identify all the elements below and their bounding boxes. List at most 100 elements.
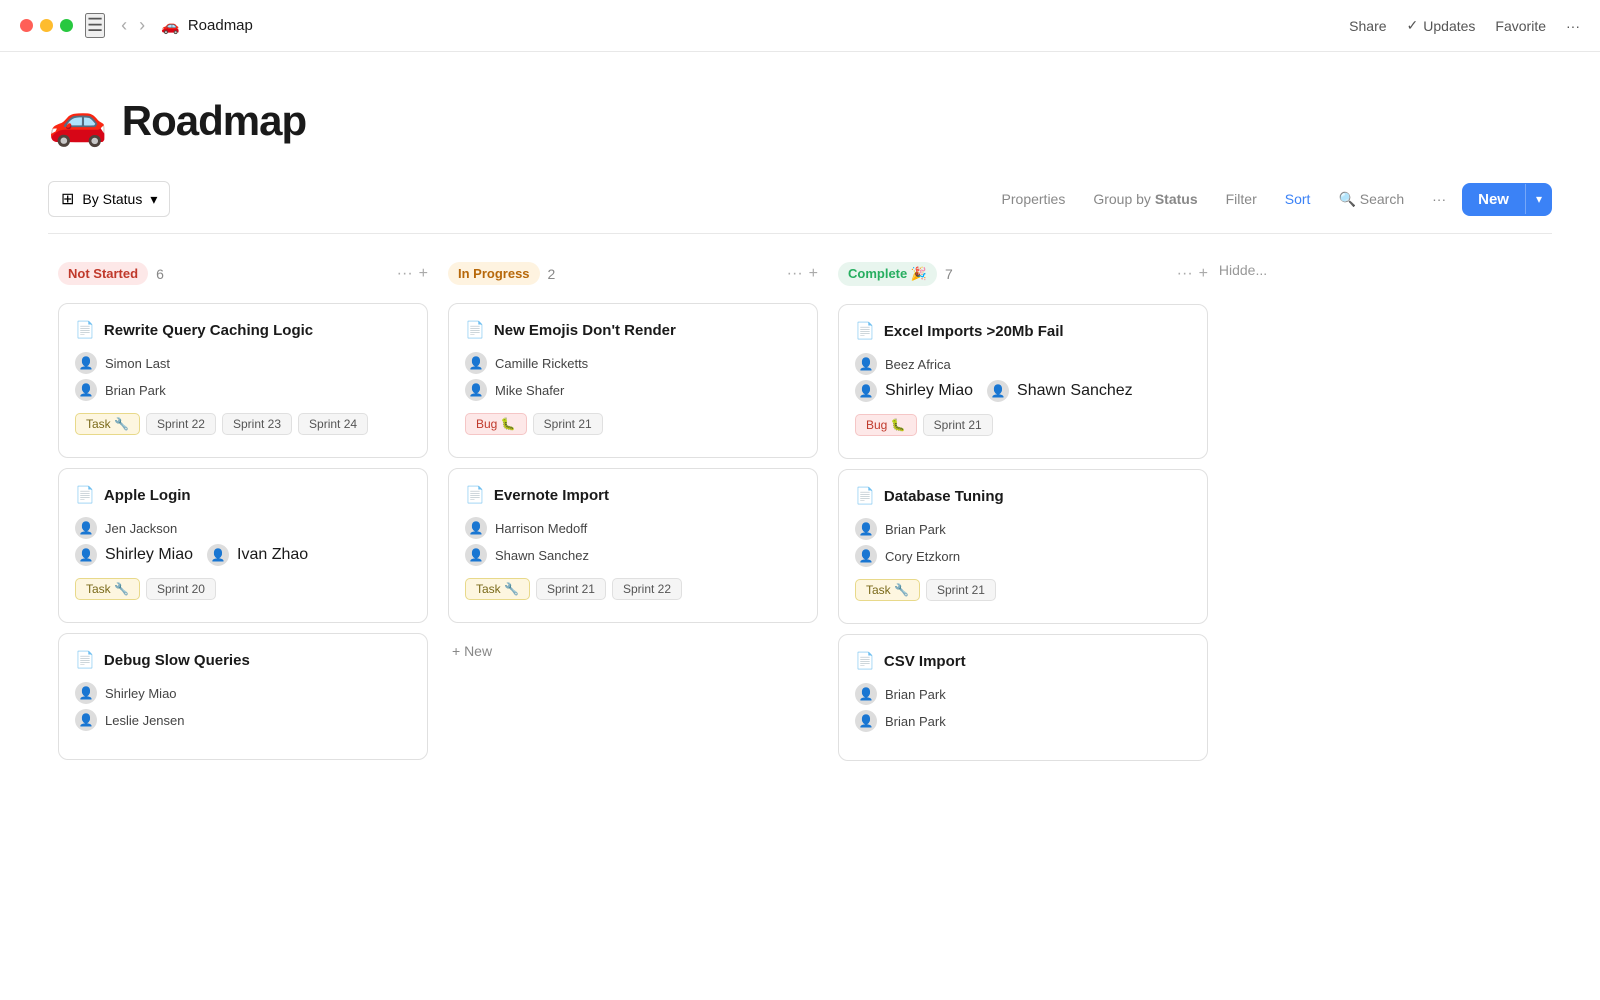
- assignee-name: Shirley Miao: [105, 686, 177, 701]
- card-title: 📄 Excel Imports >20Mb Fail: [855, 321, 1191, 341]
- column-hidden: Hidde...: [1218, 258, 1268, 771]
- column-more-not-started[interactable]: ···: [397, 265, 413, 283]
- new-button[interactable]: New: [1462, 183, 1525, 216]
- page-title-text: Roadmap: [188, 17, 253, 34]
- avatar: 👤: [987, 380, 1009, 402]
- card-title-text: Debug Slow Queries: [104, 652, 250, 669]
- card-tags: Bug 🐛 Sprint 21: [855, 414, 1191, 436]
- tag-sprint: Sprint 21: [923, 414, 993, 436]
- titlebar: ☰ ‹ › 🚗 Roadmap Share ✓ Updates Favorite…: [0, 0, 1600, 52]
- card-assignees: 👤 Camille Ricketts 👤 Mike Shafer: [465, 352, 801, 401]
- share-button[interactable]: Share: [1349, 18, 1386, 34]
- titlebar-left: ☰ ‹ › 🚗 Roadmap: [20, 13, 253, 38]
- favorite-button[interactable]: Favorite: [1495, 18, 1546, 34]
- maximize-button[interactable]: [60, 19, 73, 32]
- assignee-name: Brian Park: [885, 687, 946, 702]
- card-apple-login[interactable]: 📄 Apple Login 👤 Jen Jackson 👤 Shirley Mi…: [58, 468, 428, 623]
- filter-button[interactable]: Filter: [1214, 184, 1269, 214]
- tag-sprint: Sprint 21: [536, 578, 606, 600]
- card-tags: Bug 🐛 Sprint 21: [465, 413, 801, 435]
- doc-icon: 📄: [465, 485, 485, 505]
- card-title-text: New Emojis Don't Render: [494, 322, 676, 339]
- more-options-button[interactable]: ···: [1566, 18, 1580, 34]
- assignee-name: Jen Jackson: [105, 521, 177, 536]
- forward-button[interactable]: ›: [135, 15, 149, 36]
- card-title: 📄 Rewrite Query Caching Logic: [75, 320, 411, 340]
- card-tags: Task 🔧 Sprint 22 Sprint 23 Sprint 24: [75, 413, 411, 435]
- group-by-button[interactable]: Group by Status: [1081, 184, 1209, 214]
- avatar: 👤: [75, 682, 97, 704]
- column-count-in-progress: 2: [548, 266, 556, 282]
- column-add-in-progress[interactable]: +: [809, 265, 818, 283]
- properties-button[interactable]: Properties: [990, 184, 1078, 214]
- avatar: 👤: [75, 352, 97, 374]
- column-more-in-progress[interactable]: ···: [787, 265, 803, 283]
- assignee: 👤 Beez Africa: [855, 353, 1191, 375]
- assignee-name: Harrison Medoff: [495, 521, 587, 536]
- avatar: 👤: [75, 379, 97, 401]
- assignee-name: Camille Ricketts: [495, 356, 588, 371]
- add-new-in-progress-button[interactable]: + New: [448, 633, 818, 669]
- titlebar-right: Share ✓ Updates Favorite ···: [1349, 17, 1580, 34]
- doc-icon: 📄: [75, 650, 95, 670]
- assignee: 👤 Cory Etzkorn: [855, 545, 1191, 567]
- nav-arrows: ‹ ›: [117, 15, 149, 36]
- updates-section: ✓ Updates: [1407, 17, 1476, 34]
- card-rewrite-query[interactable]: 📄 Rewrite Query Caching Logic 👤 Simon La…: [58, 303, 428, 458]
- sidebar-toggle[interactable]: ☰: [85, 13, 105, 38]
- card-csv-import[interactable]: 📄 CSV Import 👤 Brian Park 👤 Brian Park: [838, 634, 1208, 761]
- assignee-name: Brian Park: [885, 522, 946, 537]
- card-evernote-import[interactable]: 📄 Evernote Import 👤 Harrison Medoff 👤 Sh…: [448, 468, 818, 623]
- sort-button[interactable]: Sort: [1273, 184, 1323, 214]
- tag-task: Task 🔧: [465, 578, 530, 600]
- avatar: 👤: [465, 352, 487, 374]
- updates-button[interactable]: Updates: [1423, 18, 1475, 34]
- column-count-not-started: 6: [156, 266, 164, 282]
- column-add-not-started[interactable]: +: [419, 265, 428, 283]
- tag-task: Task 🔧: [855, 579, 920, 601]
- column-in-progress: In Progress 2 ··· + 📄 New Emojis Don't R…: [438, 258, 828, 771]
- toolbar-more-button[interactable]: ···: [1420, 184, 1458, 214]
- assignee: 👤 Shirley Miao: [75, 682, 411, 704]
- toolbar: ⊞ By Status ▾ Properties Group by Status…: [48, 181, 1552, 234]
- doc-icon: 📄: [465, 320, 485, 340]
- column-actions-complete: ··· +: [1177, 265, 1208, 283]
- card-assignees: 👤 Harrison Medoff 👤 Shawn Sanchez: [465, 517, 801, 566]
- avatar: 👤: [75, 517, 97, 539]
- column-header-in-progress: In Progress 2 ··· +: [448, 258, 818, 289]
- tag-sprint: Sprint 20: [146, 578, 216, 600]
- assignee-name: Mike Shafer: [495, 383, 564, 398]
- card-excel-imports[interactable]: 📄 Excel Imports >20Mb Fail 👤 Beez Africa…: [838, 304, 1208, 459]
- assignee: 👤 Brian Park: [855, 518, 1191, 540]
- new-button-group: New ▾: [1462, 183, 1552, 216]
- card-title-text: Evernote Import: [494, 487, 609, 504]
- page-header: 🚗 Roadmap: [48, 92, 1552, 149]
- card-title: 📄 Debug Slow Queries: [75, 650, 411, 670]
- toolbar-right: Properties Group by Status Filter Sort 🔍…: [990, 183, 1552, 216]
- card-debug-slow-queries[interactable]: 📄 Debug Slow Queries 👤 Shirley Miao 👤 Le…: [58, 633, 428, 760]
- column-more-complete[interactable]: ···: [1177, 265, 1193, 283]
- by-status-button[interactable]: ⊞ By Status ▾: [48, 181, 170, 217]
- back-button[interactable]: ‹: [117, 15, 131, 36]
- close-button[interactable]: [20, 19, 33, 32]
- avatar: 👤: [855, 545, 877, 567]
- card-new-emojis[interactable]: 📄 New Emojis Don't Render 👤 Camille Rick…: [448, 303, 818, 458]
- avatar: 👤: [465, 517, 487, 539]
- card-database-tuning[interactable]: 📄 Database Tuning 👤 Brian Park 👤 Cory Et…: [838, 469, 1208, 624]
- card-title-text: Excel Imports >20Mb Fail: [884, 323, 1064, 340]
- grid-icon: ⊞: [61, 189, 74, 209]
- card-tags: Task 🔧 Sprint 20: [75, 578, 411, 600]
- assignee-name: Beez Africa: [885, 357, 951, 372]
- assignee-name: Shirley Miao: [105, 546, 193, 564]
- avatar: 👤: [465, 379, 487, 401]
- column-add-complete[interactable]: +: [1199, 265, 1208, 283]
- search-button[interactable]: 🔍 Search: [1326, 184, 1416, 215]
- tag-sprint: Sprint 23: [222, 413, 292, 435]
- card-tags: Task 🔧 Sprint 21 Sprint 22: [465, 578, 801, 600]
- avatar: 👤: [855, 683, 877, 705]
- assignee: 👤 Brian Park: [75, 379, 411, 401]
- new-button-caret[interactable]: ▾: [1525, 184, 1552, 214]
- doc-icon: 📄: [855, 321, 875, 341]
- card-title-text: Rewrite Query Caching Logic: [104, 322, 313, 339]
- minimize-button[interactable]: [40, 19, 53, 32]
